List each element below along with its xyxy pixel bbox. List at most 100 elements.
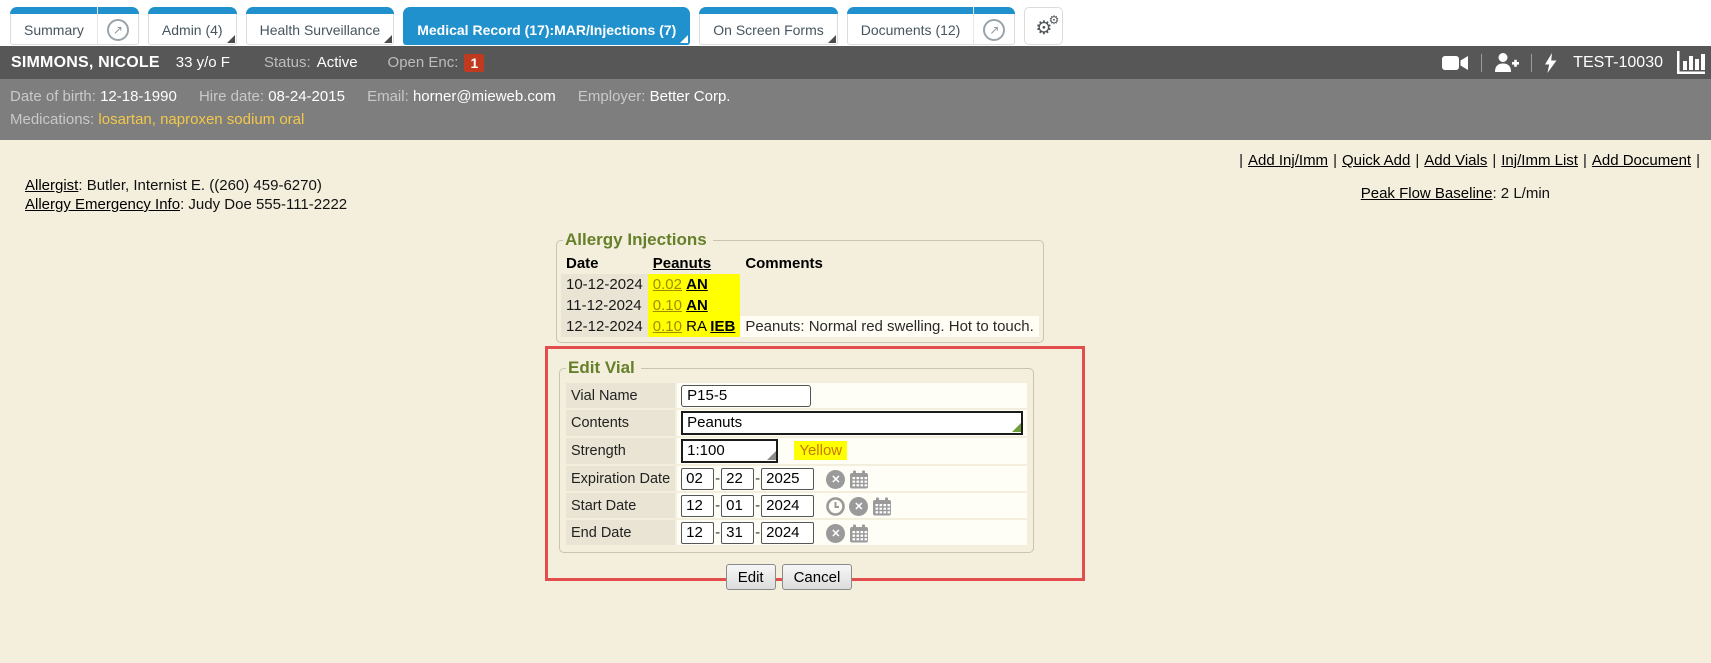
tab-medical-record-active[interactable]: Medical Record (17):MAR/Injections (7) bbox=[404, 7, 689, 44]
patient-header-bar: SIMMONS, NICOLE 33 y/o F Status: Active … bbox=[0, 46, 1711, 79]
mar-injections-content: |Add Inj/Imm|Quick Add|Add Vials|Inj/Imm… bbox=[0, 140, 1711, 663]
add-person-icon[interactable] bbox=[1494, 53, 1519, 72]
dropdown-caret-icon bbox=[828, 35, 836, 43]
end-year-input[interactable] bbox=[761, 522, 814, 544]
expiration-day-input[interactable] bbox=[721, 468, 754, 490]
allergy-contact-info: Allergist: Butler, Internist E. ((260) 4… bbox=[25, 176, 347, 214]
tab-on-screen-forms-group: On Screen Forms bbox=[699, 7, 837, 45]
peak-flow-link[interactable]: Peak Flow Baseline bbox=[1361, 185, 1493, 202]
link-add-inj-imm[interactable]: Add Inj/Imm bbox=[1248, 152, 1328, 169]
chart-tab-bar: Summary ↗ Admin (4) Health Surveillance … bbox=[0, 0, 1711, 46]
open-enc-badge[interactable]: 1 bbox=[464, 54, 484, 72]
clear-date-icon[interactable]: ✕ bbox=[826, 524, 845, 543]
table-row: 11-12-2024 0.10 AN bbox=[561, 295, 1039, 316]
tab-health-surveillance[interactable]: Health Surveillance bbox=[247, 7, 394, 44]
edit-vial-title: Edit Vial bbox=[566, 358, 641, 378]
patient-id: TEST-10030 bbox=[1573, 54, 1663, 72]
strength-textarea[interactable]: 1:100 bbox=[681, 439, 778, 463]
dose-link[interactable]: 0.02 bbox=[653, 276, 682, 293]
calendar-icon[interactable] bbox=[849, 524, 869, 543]
tab-summary-popout-button[interactable]: ↗ bbox=[97, 7, 138, 44]
settings-gear-button[interactable]: ⚙⚙ bbox=[1025, 8, 1062, 44]
allergy-emergency-line: Allergy Emergency Info: Judy Doe 555-111… bbox=[25, 195, 347, 214]
calendar-icon[interactable] bbox=[849, 470, 869, 489]
contents-row: Contents Peanuts bbox=[566, 410, 1027, 436]
end-month-input[interactable] bbox=[681, 522, 714, 544]
end-day-input[interactable] bbox=[721, 522, 754, 544]
allergy-emergency-link[interactable]: Allergy Emergency Info bbox=[25, 196, 180, 213]
tab-summary[interactable]: Summary bbox=[11, 7, 97, 44]
lightning-bolt-icon[interactable] bbox=[1544, 53, 1557, 73]
dropdown-caret-icon bbox=[384, 35, 392, 43]
tab-summary-group: Summary ↗ bbox=[10, 7, 139, 45]
tab-documents-group: Documents (12) ↗ bbox=[847, 7, 1016, 45]
reaction-code-link[interactable]: AN bbox=[686, 276, 708, 293]
tab-health-surveillance-group: Health Surveillance bbox=[246, 7, 395, 45]
webchart-app: Summary ↗ Admin (4) Health Surveillance … bbox=[0, 0, 1711, 651]
injection-date: 11-12-2024 bbox=[561, 295, 648, 316]
popout-arrow-icon: ↗ bbox=[983, 19, 1005, 41]
contents-textarea[interactable]: Peanuts bbox=[681, 411, 1023, 435]
table-header-row: Date Peanuts Comments bbox=[561, 253, 1039, 274]
allergy-injections-panel: Allergy Injections Date Peanuts Comments… bbox=[556, 230, 1044, 343]
reaction-code-link[interactable]: IEB bbox=[710, 318, 735, 335]
injection-date: 10-12-2024 bbox=[561, 274, 648, 295]
strength-label: Strength bbox=[566, 438, 675, 464]
link-quick-add[interactable]: Quick Add bbox=[1342, 152, 1410, 169]
patient-demographics-row: Date of birth: 12-18-1990 Hire date: 08-… bbox=[10, 85, 1701, 108]
peak-flow-baseline: Peak Flow Baseline: 2 L/min bbox=[1361, 185, 1550, 202]
start-day-input[interactable] bbox=[721, 495, 754, 517]
tab-admin[interactable]: Admin (4) bbox=[149, 7, 236, 44]
tab-summary-label: Summary bbox=[24, 22, 84, 38]
resize-grip-icon[interactable] bbox=[1012, 423, 1021, 432]
cancel-button[interactable]: Cancel bbox=[782, 564, 853, 590]
dose-link[interactable]: 0.10 bbox=[653, 318, 682, 335]
reaction-code-link[interactable]: AN bbox=[686, 297, 708, 314]
vial-color-note: Yellow bbox=[794, 441, 847, 460]
start-year-input[interactable] bbox=[761, 495, 814, 517]
link-add-vials[interactable]: Add Vials bbox=[1424, 152, 1487, 169]
contents-label: Contents bbox=[566, 410, 675, 436]
allergist-link[interactable]: Allergist bbox=[25, 177, 78, 194]
clock-icon[interactable] bbox=[826, 497, 845, 516]
bar-chart-icon[interactable] bbox=[1677, 51, 1705, 74]
patient-status: Status: Active bbox=[264, 54, 358, 71]
tab-on-screen-forms-label: On Screen Forms bbox=[713, 22, 823, 38]
hire-date-value: 08-24-2015 bbox=[268, 88, 345, 105]
tab-admin-group: Admin (4) bbox=[148, 7, 237, 45]
expiration-month-input[interactable] bbox=[681, 468, 714, 490]
video-camera-icon[interactable] bbox=[1442, 55, 1469, 71]
dose-link[interactable]: 0.10 bbox=[653, 297, 682, 314]
col-date: Date bbox=[561, 253, 648, 274]
tab-health-surveillance-label: Health Surveillance bbox=[260, 22, 381, 38]
clear-date-icon[interactable]: ✕ bbox=[826, 470, 845, 489]
link-add-document[interactable]: Add Document bbox=[1592, 152, 1691, 169]
col-peanuts: Peanuts bbox=[648, 253, 741, 274]
tab-on-screen-forms[interactable]: On Screen Forms bbox=[700, 7, 836, 44]
col-comments: Comments bbox=[740, 253, 1038, 274]
patient-info-bar: Date of birth: 12-18-1990 Hire date: 08-… bbox=[0, 79, 1711, 140]
injection-comments: Peanuts: Normal red swelling. Hot to tou… bbox=[740, 316, 1038, 337]
email-value: horner@mieweb.com bbox=[413, 88, 556, 105]
start-date-label: Start Date bbox=[566, 493, 675, 518]
patient-medications-row: Medications: losartan, naproxen sodium o… bbox=[10, 108, 1701, 131]
vial-name-input[interactable] bbox=[681, 385, 811, 407]
start-month-input[interactable] bbox=[681, 495, 714, 517]
link-inj-imm-list[interactable]: Inj/Imm List bbox=[1501, 152, 1578, 169]
calendar-icon[interactable] bbox=[872, 497, 892, 516]
open-encounters: Open Enc: 1 bbox=[388, 54, 485, 72]
tab-documents[interactable]: Documents (12) bbox=[848, 7, 974, 44]
clear-date-icon[interactable]: ✕ bbox=[849, 497, 868, 516]
expiration-date-row: Expiration Date -- ✕ bbox=[566, 466, 1027, 491]
dob-value: 12-18-1990 bbox=[100, 88, 177, 105]
peanuts-column-link[interactable]: Peanuts bbox=[653, 255, 711, 272]
expiration-year-input[interactable] bbox=[761, 468, 814, 490]
start-date-row: Start Date -- ✕ bbox=[566, 493, 1027, 518]
resize-grip-icon[interactable] bbox=[767, 451, 776, 460]
divider bbox=[1481, 54, 1482, 72]
table-row: 12-12-2024 0.10 RA IEB Peanuts: Normal r… bbox=[561, 316, 1039, 337]
tab-documents-popout-button[interactable]: ↗ bbox=[973, 7, 1014, 44]
tab-medical-record-label: Medical Record (17):MAR/Injections (7) bbox=[417, 22, 676, 38]
patient-bar-actions: TEST-10030 bbox=[1442, 51, 1705, 74]
edit-button[interactable]: Edit bbox=[726, 564, 776, 590]
